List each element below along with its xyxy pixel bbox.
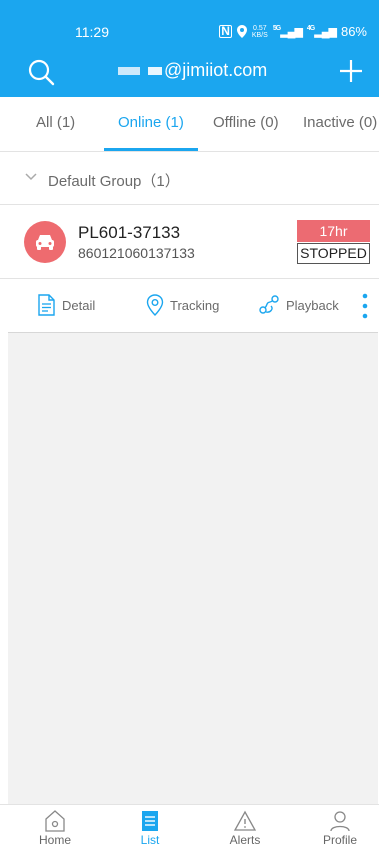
network-speed: 0.57 KB/S [251, 24, 268, 39]
more-vertical-icon[interactable] [362, 293, 368, 319]
nav-home-label: Home [38, 833, 71, 847]
status-tabs: All (1) Online (1) Offline (0) Inactive … [0, 97, 379, 152]
signal-4g: 4G▂▄▆ [306, 25, 337, 38]
redacted-mask [118, 66, 140, 75]
plus-icon[interactable] [337, 57, 365, 85]
redacted-mask [148, 66, 162, 75]
status-bar: 11:29 N 0.57 KB/S 5G▂▄▆ 4G▂▄▆ 86% [0, 0, 379, 40]
account-title: @jimiiot.com [118, 60, 267, 81]
active-tab-indicator [104, 148, 198, 151]
search-icon[interactable] [27, 58, 55, 86]
nfc-icon: N [219, 24, 232, 38]
device-imei: 860121060137133 [78, 245, 195, 261]
stopped-duration-badge: 17hr [297, 220, 370, 242]
nav-alerts-label: Alerts [229, 833, 261, 847]
playback-label: Playback [286, 297, 339, 313]
device-action-bar: Detail Tracking Playback [0, 280, 379, 332]
tracking-button[interactable]: Tracking [146, 294, 219, 316]
car-icon [36, 235, 54, 250]
profile-icon [330, 811, 350, 832]
nav-alerts[interactable]: Alerts [215, 809, 275, 847]
location-icon [236, 25, 247, 38]
detail-button[interactable]: Detail [37, 294, 95, 316]
home-icon [45, 810, 65, 832]
nav-profile-label: Profile [322, 833, 357, 847]
alert-icon [233, 810, 257, 831]
playback-button[interactable]: Playback [258, 294, 339, 316]
chevron-down-icon [25, 173, 37, 181]
device-name: PL601-37133 [78, 223, 181, 242]
group-label: Default Group（1） [48, 173, 180, 190]
tab-online[interactable]: Online (1) [118, 114, 184, 131]
status-icons: N 0.57 KB/S 5G▂▄▆ 4G▂▄▆ 86% [219, 24, 367, 39]
route-icon [259, 295, 279, 314]
tab-offline[interactable]: Offline (0) [213, 114, 279, 131]
signal-5g: 5G▂▄▆ [272, 25, 303, 38]
document-icon [38, 294, 55, 316]
tab-inactive[interactable]: Inactive (0) [303, 114, 377, 131]
car-avatar [24, 221, 66, 263]
device-group-header[interactable]: Default Group（1） [0, 152, 379, 205]
tab-all[interactable]: All (1) [36, 114, 75, 131]
status-time: 11:29 [75, 24, 109, 40]
app-header: 11:29 N 0.57 KB/S 5G▂▄▆ 4G▂▄▆ 86% @jimiio… [0, 0, 379, 97]
tracking-label: Tracking [170, 297, 220, 313]
account-email: @jimiiot.com [164, 60, 268, 80]
device-state-badge: STOPPED [297, 243, 370, 264]
bottom-nav: Home List Alerts Profile [0, 804, 379, 848]
device-row[interactable]: PL601-37133 860121060137133 17hr STOPPED [0, 205, 379, 279]
detail-label: Detail [62, 297, 96, 313]
nav-list[interactable]: List [120, 809, 180, 847]
nav-profile[interactable]: Profile [310, 809, 370, 847]
list-content-area [8, 332, 378, 804]
nav-home[interactable]: Home [25, 809, 85, 847]
battery-level: 86% [340, 24, 367, 39]
nav-list-label: List [140, 833, 160, 847]
list-icon [142, 811, 158, 831]
location-pin-icon [146, 294, 164, 316]
